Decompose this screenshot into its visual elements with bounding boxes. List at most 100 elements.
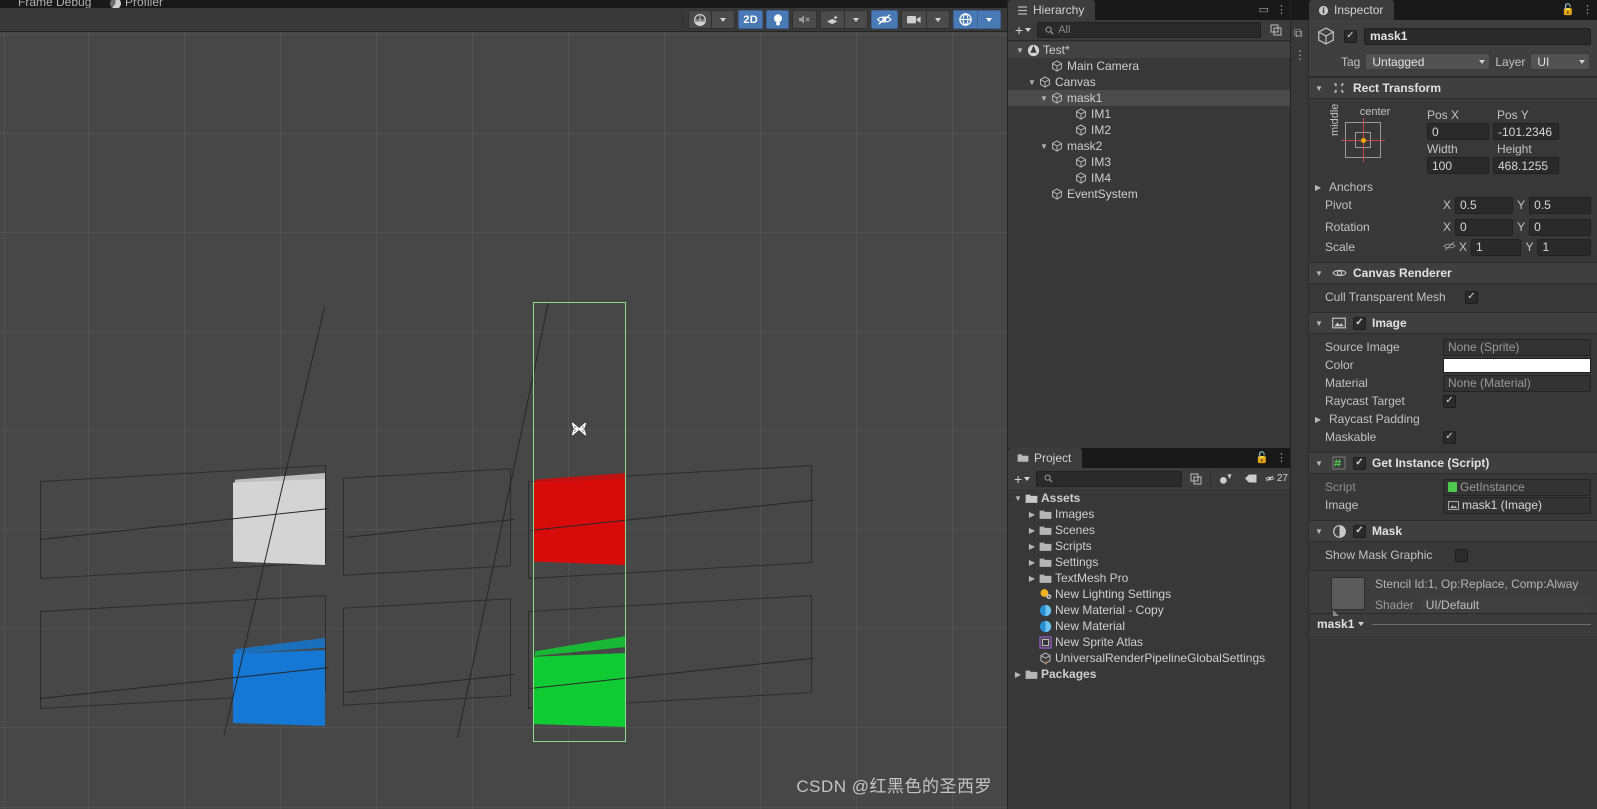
gizmo-globe-icon[interactable]: [953, 10, 978, 29]
project-item-new-material[interactable]: New Material: [1008, 618, 1291, 634]
material-objectfield[interactable]: None (Material): [1443, 374, 1591, 392]
height-input[interactable]: 468.1255: [1493, 157, 1559, 174]
script-objectfield[interactable]: GetInstance: [1443, 478, 1591, 496]
cull-transparent-mesh-checkbox[interactable]: ✓: [1465, 290, 1478, 304]
hierarchy-item-canvas[interactable]: ▼ Canvas: [1008, 74, 1291, 90]
effects-icon[interactable]: [820, 10, 845, 29]
scene-view[interactable]: CSDN @红黑色的圣西罗: [0, 32, 1008, 809]
filter-label-icon[interactable]: [1240, 470, 1262, 487]
hierarchy-layout-icon[interactable]: [1264, 22, 1287, 39]
hierarchy-tree[interactable]: ▼ Test* Main Camera ▼ Canvas ▼ mask1 IM1 IM2 ▼ mas…: [1008, 41, 1291, 437]
source-image-objectfield[interactable]: None (Sprite): [1443, 338, 1591, 356]
panel-divider[interactable]: [1007, 0, 1008, 809]
twisty-down-icon[interactable]: ▼: [1038, 94, 1050, 103]
toggle-2d-button[interactable]: 2D: [738, 10, 763, 29]
effects-group[interactable]: [820, 10, 868, 29]
hierarchy-item-im4[interactable]: IM4: [1008, 170, 1291, 186]
layer-dropdown[interactable]: UI: [1530, 53, 1591, 70]
hierarchy-item-main-camera[interactable]: Main Camera: [1008, 58, 1291, 74]
hierarchy-add-button[interactable]: +: [1012, 22, 1034, 38]
project-item-textmesh-pro[interactable]: ▶ TextMesh Pro: [1008, 570, 1291, 586]
project-window-icon[interactable]: [1185, 470, 1207, 487]
maximize-icon[interactable]: ▭: [1259, 3, 1269, 16]
audio-mute-icon[interactable]: [792, 10, 817, 29]
scale-y-input[interactable]: 1: [1537, 238, 1591, 256]
tab-project[interactable]: Project: [1008, 448, 1083, 468]
hierarchy-item-mask1[interactable]: ▼ mask1: [1008, 90, 1291, 106]
get-instance-enabled-checkbox[interactable]: ✓: [1353, 456, 1366, 470]
preview-expand-arrow-icon[interactable]: [1333, 610, 1339, 616]
show-mask-graphic-checkbox[interactable]: ✓: [1455, 548, 1468, 562]
scale-x-input[interactable]: 1: [1471, 238, 1522, 256]
project-item-universalrenderpipelineglobalsettings[interactable]: {} UniversalRenderPipelineGlobalSettings: [1008, 650, 1291, 666]
pivot-y-input[interactable]: 0.5: [1529, 196, 1591, 214]
rotation-y-input[interactable]: 0: [1529, 218, 1591, 236]
hierarchy-item-eventsystem[interactable]: EventSystem: [1008, 186, 1291, 202]
camera-caret[interactable]: [927, 10, 950, 29]
project-search-input[interactable]: [1036, 470, 1183, 487]
hierarchy-item-mask2[interactable]: ▼ mask2: [1008, 138, 1291, 154]
gizmos-caret[interactable]: [978, 10, 1001, 29]
rotation-x-input[interactable]: 0: [1455, 218, 1514, 236]
pos-x-input[interactable]: 0: [1427, 123, 1489, 140]
foldout-icon[interactable]: ▶: [1315, 183, 1325, 192]
project-item-packages[interactable]: ▶ Packages: [1008, 666, 1291, 682]
object-enabled-checkbox[interactable]: ✓: [1344, 29, 1357, 43]
raycast-target-checkbox[interactable]: ✓: [1443, 394, 1456, 408]
foldout-icon[interactable]: ▼: [1315, 269, 1325, 278]
foldout-icon[interactable]: ▼: [1315, 319, 1325, 328]
panel-menu-icon[interactable]: ⋮: [1582, 3, 1593, 16]
tag-dropdown[interactable]: Untagged: [1365, 53, 1491, 70]
draw-mode-group[interactable]: [688, 10, 736, 29]
foldout-icon[interactable]: ▼: [1315, 459, 1325, 468]
lock-icon[interactable]: 🔓: [1255, 451, 1269, 464]
project-tree[interactable]: ▼ Assets ▶ Images ▶ Scenes ▶ Scripts ▶ Settings ▶ T…: [1008, 489, 1291, 809]
project-item-new-lighting-settings[interactable]: New Lighting Settings: [1008, 586, 1291, 602]
hierarchy-item-im3[interactable]: IM3: [1008, 154, 1291, 170]
component-header-mask[interactable]: ▼ ✓ Mask: [1309, 520, 1597, 542]
hierarchy-item-im2[interactable]: IM2: [1008, 122, 1291, 138]
project-item-scenes[interactable]: ▶ Scenes: [1008, 522, 1291, 538]
shaded-globe-icon[interactable]: [688, 10, 713, 29]
tab-profiler[interactable]: Profiler: [110, 0, 163, 8]
shader-value-field[interactable]: UI/Default: [1420, 597, 1591, 613]
anchor-preset-widget[interactable]: [1341, 118, 1385, 162]
anchors-foldout-row[interactable]: ▶ Anchors: [1315, 178, 1591, 196]
material-name-chip[interactable]: mask1: [1309, 616, 1372, 632]
panel-menu-icon[interactable]: ⋮: [1276, 3, 1287, 16]
twisty-right-icon[interactable]: ▶: [1026, 558, 1038, 567]
hierarchy-item-test[interactable]: ▼ Test*: [1008, 42, 1291, 58]
visibility-icon[interactable]: 27: [1265, 470, 1288, 487]
expand-window-icon[interactable]: ⧉: [1294, 26, 1303, 41]
maskable-checkbox[interactable]: ✓: [1443, 430, 1456, 444]
hierarchy-search-input[interactable]: All: [1037, 22, 1261, 38]
twisty-right-icon[interactable]: ▶: [1026, 542, 1038, 551]
component-header-canvas-renderer[interactable]: ▼ Canvas Renderer: [1309, 262, 1597, 284]
twisty-down-icon[interactable]: ▼: [1026, 78, 1038, 87]
effects-caret[interactable]: [845, 10, 868, 29]
twisty-right-icon[interactable]: ▶: [1026, 574, 1038, 583]
mask-enabled-checkbox[interactable]: ✓: [1353, 524, 1366, 538]
foldout-icon[interactable]: ▶: [1315, 415, 1325, 424]
tab-inspector[interactable]: Inspector: [1309, 0, 1395, 20]
hierarchy-item-im1[interactable]: IM1: [1008, 106, 1291, 122]
foldout-icon[interactable]: ▼: [1315, 527, 1325, 536]
object-name-field[interactable]: mask1: [1364, 27, 1591, 45]
component-header-image[interactable]: ▼ ✓ Image: [1309, 312, 1597, 334]
color-swatch-field[interactable]: [1443, 357, 1591, 373]
project-item-new-sprite-atlas[interactable]: New Sprite Atlas: [1008, 634, 1291, 650]
width-input[interactable]: 100: [1427, 157, 1489, 174]
image-enabled-checkbox[interactable]: ✓: [1353, 316, 1366, 330]
twisty-right-icon[interactable]: ▶: [1012, 670, 1024, 679]
panel-menu-icon[interactable]: ⋮: [1276, 451, 1287, 464]
tab-frame-debug[interactable]: Frame Debug: [18, 0, 91, 8]
tab-hierarchy[interactable]: Hierarchy: [1008, 0, 1096, 20]
pos-y-input[interactable]: -101.2346: [1493, 123, 1559, 140]
eye-off-icon[interactable]: [871, 10, 898, 29]
pivot-x-input[interactable]: 0.5: [1455, 196, 1514, 214]
anchor-preset-area[interactable]: center middle: [1315, 104, 1427, 174]
twisty-right-icon[interactable]: ▶: [1026, 510, 1038, 519]
gizmos-group[interactable]: [953, 10, 1001, 29]
camera-group[interactable]: [901, 10, 950, 29]
lock-icon[interactable]: 🔓: [1561, 3, 1575, 16]
